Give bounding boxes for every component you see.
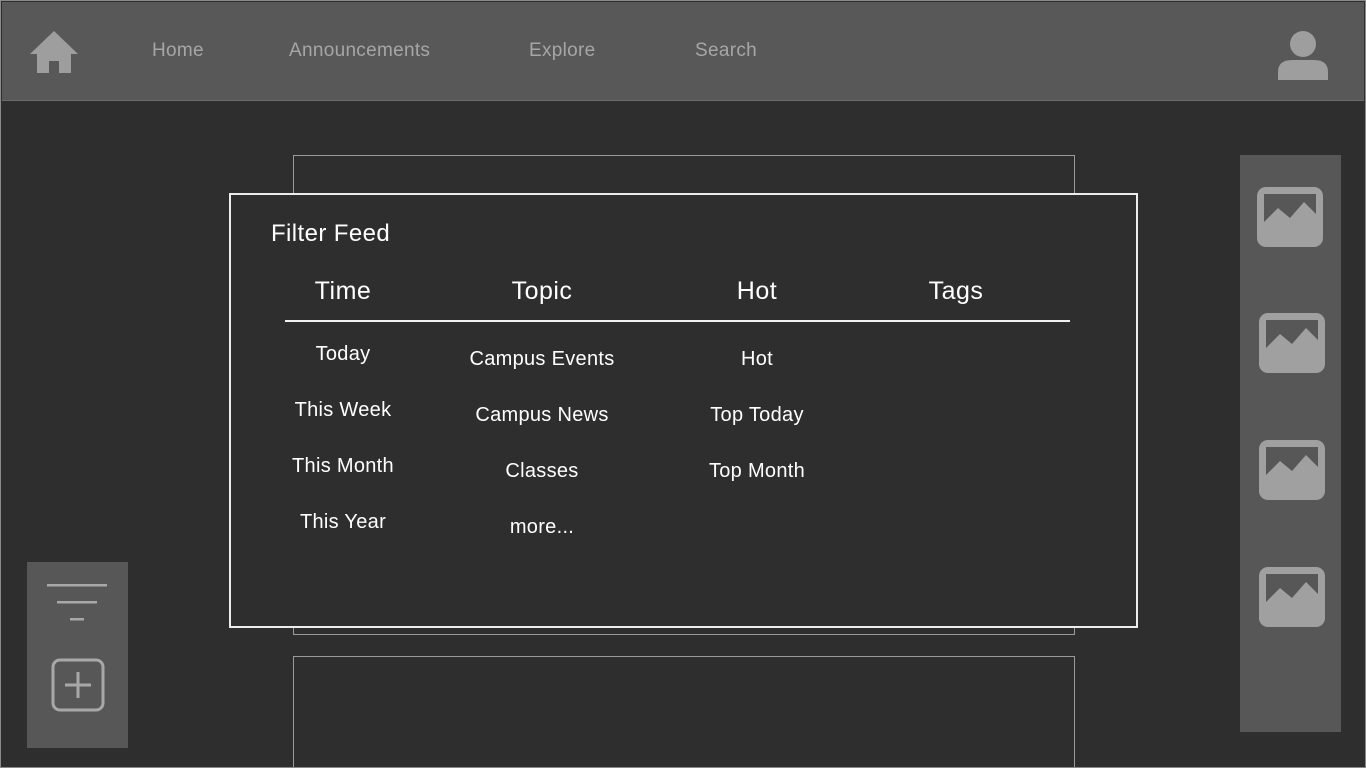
topic-more-link[interactable]: more... xyxy=(432,516,652,539)
column-header-tags[interactable]: Tags xyxy=(856,277,1056,306)
image-icon[interactable] xyxy=(1258,566,1326,628)
time-option[interactable]: This Week xyxy=(233,399,453,422)
hot-option[interactable]: Top Today xyxy=(647,404,867,427)
image-icon[interactable] xyxy=(1256,186,1324,248)
header-divider xyxy=(285,320,1070,322)
add-post-icon[interactable] xyxy=(51,658,105,712)
time-option[interactable]: This Year xyxy=(233,511,453,534)
column-header-hot[interactable]: Hot xyxy=(657,277,857,306)
nav-link-explore[interactable]: Explore xyxy=(529,40,596,62)
nav-link-home[interactable]: Home xyxy=(152,40,204,62)
image-side-panel xyxy=(1240,155,1341,732)
home-icon[interactable] xyxy=(28,30,80,74)
hot-option[interactable]: Hot xyxy=(647,348,867,371)
modal-title: Filter Feed xyxy=(271,220,391,247)
time-option[interactable]: Today xyxy=(233,343,453,366)
column-header-topic[interactable]: Topic xyxy=(442,277,642,306)
nav-link-search[interactable]: Search xyxy=(695,40,757,62)
image-icon[interactable] xyxy=(1258,439,1326,501)
feed-post-card[interactable] xyxy=(293,656,1075,767)
time-option[interactable]: This Month xyxy=(233,455,453,478)
filter-feed-modal: Filter Feed Time Topic Hot Tags Today Th… xyxy=(229,193,1138,628)
hot-option[interactable]: Top Month xyxy=(647,460,867,483)
top-nav-bar: Home Announcements Explore Search xyxy=(2,2,1364,101)
user-icon[interactable] xyxy=(1276,30,1330,82)
app-frame: Home Announcements Explore Search Filter… xyxy=(0,0,1366,768)
tool-panel xyxy=(27,562,128,748)
filter-icon[interactable] xyxy=(47,584,109,622)
topic-option[interactable]: Campus Events xyxy=(432,348,652,371)
image-icon[interactable] xyxy=(1258,312,1326,374)
topic-option[interactable]: Campus News xyxy=(432,404,652,427)
column-header-time[interactable]: Time xyxy=(243,277,443,306)
nav-link-announcements[interactable]: Announcements xyxy=(289,40,430,62)
topic-option[interactable]: Classes xyxy=(432,460,652,483)
